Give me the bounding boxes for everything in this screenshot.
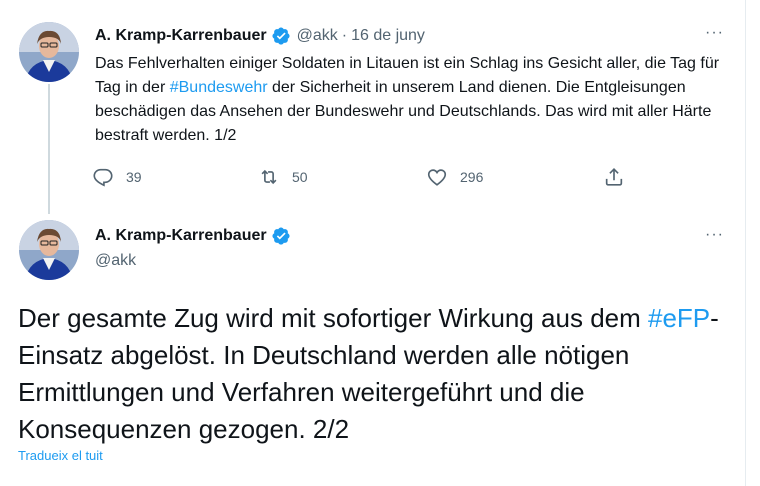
thread-line <box>48 84 50 214</box>
verified-badge-icon <box>271 26 291 46</box>
separator: · <box>341 27 348 44</box>
like-count: 296 <box>460 169 484 185</box>
more-icon[interactable]: ··· <box>705 24 724 42</box>
tweet1-text: Das Fehlverhalten einiger Soldaten in Li… <box>95 52 735 148</box>
column-border <box>745 0 746 486</box>
tweet2-header: A. Kramp-Karrenbauer <box>95 226 297 246</box>
tweet2-text: Der gesamte Zug wird mit sofortiger Wirk… <box>18 300 738 448</box>
author-name[interactable]: A. Kramp-Karrenbauer <box>95 27 267 45</box>
translate-tweet-link[interactable]: Tradueix el tuit <box>18 448 103 463</box>
share-icon <box>605 168 623 186</box>
author-handle[interactable]: @akk <box>297 27 338 45</box>
tweet1-header: A. Kramp-Karrenbauer @akk · 16 de juny <box>95 26 425 46</box>
retweet-count: 50 <box>292 169 308 185</box>
retweet-button[interactable]: 50 <box>258 166 308 188</box>
hashtag-link[interactable]: #eFP <box>648 303 710 333</box>
like-button[interactable]: 296 <box>426 166 483 188</box>
hashtag-link[interactable]: #Bundeswehr <box>170 79 268 96</box>
retweet-icon <box>261 169 277 185</box>
like-icon <box>427 169 447 186</box>
avatar[interactable] <box>19 220 79 280</box>
reply-icon <box>93 168 113 187</box>
more-icon[interactable]: ··· <box>705 226 724 244</box>
verified-badge-icon <box>271 226 291 246</box>
reply-count: 39 <box>126 169 142 185</box>
author-handle[interactable]: @akk <box>95 252 136 270</box>
avatar[interactable] <box>19 22 79 82</box>
tweet2-text-part: Der gesamte Zug wird mit sofortiger Wirk… <box>18 303 648 333</box>
tweet-date[interactable]: 16 de juny <box>351 27 425 45</box>
share-button[interactable] <box>603 166 625 188</box>
author-name[interactable]: A. Kramp-Karrenbauer <box>95 227 267 245</box>
reply-button[interactable]: 39 <box>92 166 142 188</box>
